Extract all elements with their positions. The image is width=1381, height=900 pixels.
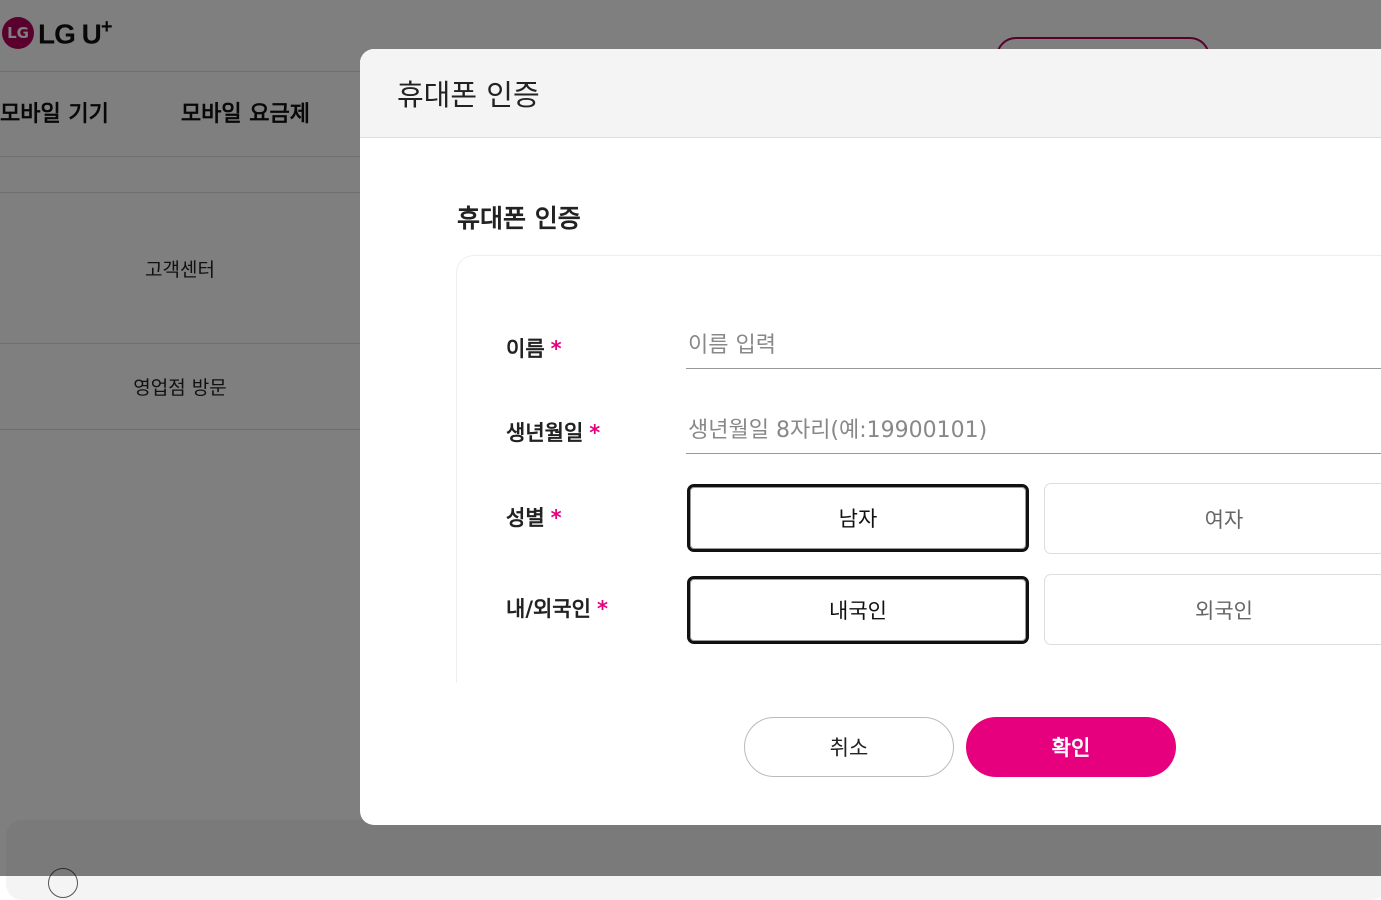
- gender-female-option[interactable]: 여자: [1044, 483, 1381, 554]
- required-mark: *: [589, 421, 601, 445]
- birthdate-input[interactable]: [686, 408, 1381, 454]
- birthdate-label: 생년월일 *: [506, 421, 601, 445]
- modal-title: 휴대폰 인증: [397, 78, 540, 112]
- phone-verification-modal: 휴대폰 인증 휴대폰 인증 이름* 생년월일* 성별* 남자 여자 내/외국인*…: [360, 49, 1381, 825]
- name-input[interactable]: [686, 323, 1381, 369]
- confirm-button[interactable]: 확인: [966, 717, 1176, 777]
- nationality-foreign-option[interactable]: 외국인: [1044, 574, 1381, 645]
- nationality-domestic-option[interactable]: 내국인: [687, 576, 1029, 644]
- modal-header: 휴대폰 인증: [360, 49, 1381, 138]
- required-mark: *: [596, 597, 608, 621]
- section-title: 휴대폰 인증: [457, 204, 581, 233]
- required-mark: *: [550, 337, 562, 361]
- name-label: 이름 *: [506, 337, 562, 361]
- required-mark: *: [550, 506, 562, 530]
- gender-male-option[interactable]: 남자: [687, 484, 1029, 552]
- cancel-button[interactable]: 취소: [744, 717, 954, 777]
- nationality-label: 내/외국인 *: [506, 597, 608, 621]
- gender-label: 성별 *: [506, 506, 562, 530]
